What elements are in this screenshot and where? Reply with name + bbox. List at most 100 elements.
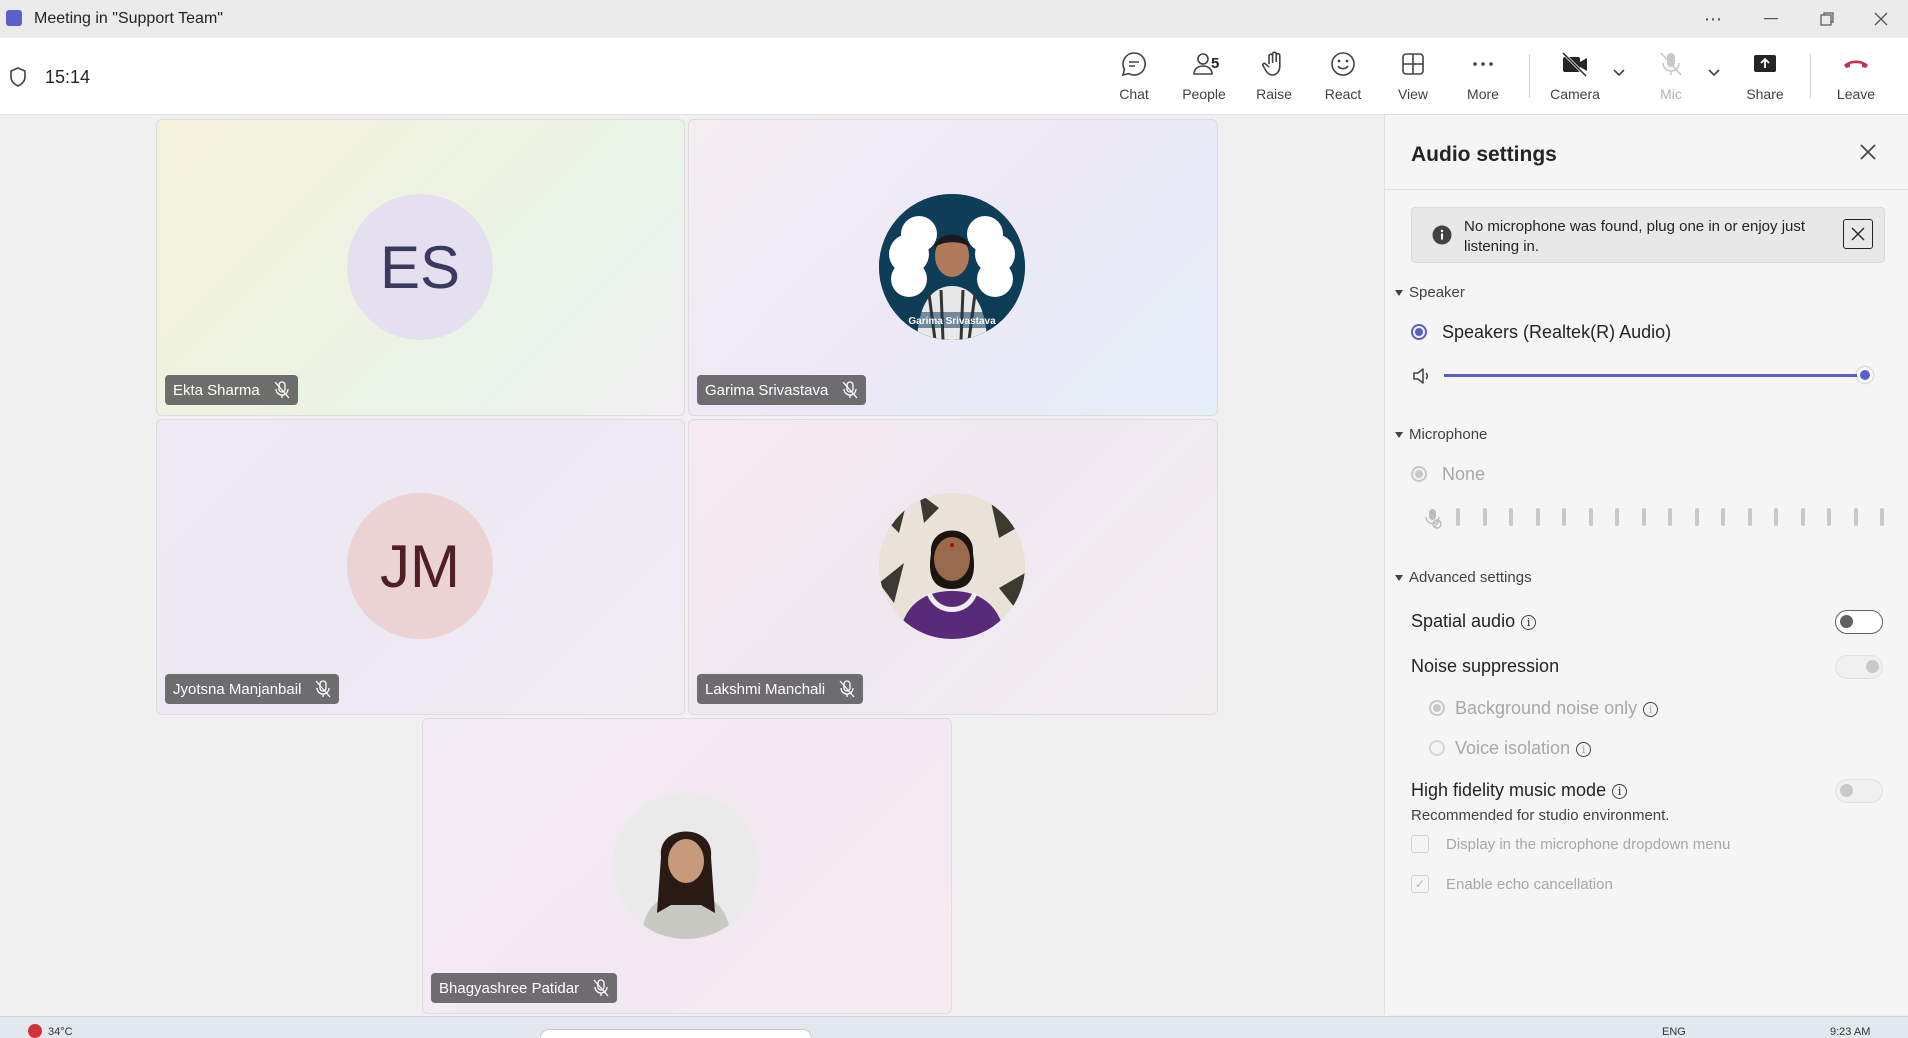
info-icon[interactable]: i	[1576, 741, 1592, 757]
hang-up-icon	[1844, 60, 1868, 68]
avatar: JM	[347, 493, 493, 639]
mic-muted-icon	[593, 979, 609, 997]
more-options-icon[interactable]: ⋯	[1690, 4, 1736, 34]
mic-level-tick	[1456, 508, 1460, 526]
info-icon[interactable]: i	[1521, 614, 1537, 630]
microphone-device-radio[interactable]	[1411, 466, 1427, 482]
voice-isolation-row: Voice isolation i	[1455, 738, 1592, 759]
camera-off-icon	[1561, 51, 1588, 78]
spatial-audio-toggle[interactable]	[1835, 610, 1883, 634]
hifi-mode-label: High fidelity music mode	[1411, 780, 1607, 800]
participant-name: Bhagyashree Patidar	[439, 979, 580, 997]
speaker-device-radio[interactable]	[1411, 324, 1427, 340]
profile-photo-bhagyashree	[613, 793, 759, 939]
mic-level-tick	[1774, 508, 1778, 526]
hifi-mode-toggle[interactable]	[1835, 779, 1883, 803]
microphone-device-label: None	[1442, 464, 1486, 484]
minimize-button[interactable]	[1748, 4, 1794, 34]
participant-name-tag: Jyotsna Manjanbail	[165, 674, 340, 704]
view-button[interactable]: View	[1376, 46, 1450, 106]
raise-hand-button[interactable]: Raise	[1237, 46, 1311, 106]
info-icon[interactable]: i	[1643, 701, 1659, 717]
share-label: Share	[1746, 86, 1784, 102]
language-indicator: ENG	[1662, 1026, 1686, 1038]
speaker-section-header[interactable]: Speaker	[1395, 284, 1465, 301]
volume-slider-track[interactable]	[1444, 367, 1873, 383]
mic-options-chevron-icon[interactable]	[1707, 68, 1721, 78]
mic-muted-icon	[315, 680, 331, 698]
mic-level-tick	[1694, 508, 1699, 526]
mic-level-tick	[1721, 508, 1725, 526]
mic-label: Mic	[1660, 86, 1682, 102]
close-window-button[interactable]	[1858, 4, 1904, 34]
avatar: ES	[347, 194, 493, 340]
share-button[interactable]: Share	[1728, 46, 1802, 106]
participant-tile-bhagyashree[interactable]: Bhagyashree Patidar	[422, 718, 952, 1014]
shield-icon[interactable]	[8, 66, 28, 88]
notification-badge-icon	[28, 1024, 42, 1038]
audio-settings-panel: Audio settings No microphone was found, …	[1384, 115, 1908, 1015]
more-label: More	[1467, 86, 1499, 102]
taskbar-clock: 9:23 AM	[1830, 1026, 1871, 1038]
mic-muted-icon	[839, 680, 855, 698]
profile-photo-garima: Garima Srivastava	[879, 194, 1025, 340]
mic-muted-icon	[274, 381, 290, 399]
collapse-triangle-icon	[1395, 289, 1403, 296]
background-noise-row: Background noise only i	[1455, 698, 1659, 719]
react-label: React	[1324, 86, 1362, 102]
echo-cancellation-checkbox[interactable]: ✓	[1411, 875, 1429, 893]
mic-off-icon	[1660, 52, 1682, 76]
panel-title: Audio settings	[1411, 143, 1557, 166]
background-noise-radio[interactable]	[1429, 700, 1445, 716]
chat-button[interactable]: Chat	[1097, 46, 1171, 106]
teams-logo-icon	[6, 10, 22, 26]
voice-isolation-radio[interactable]	[1429, 740, 1445, 756]
panel-divider	[1385, 189, 1908, 190]
avatar	[879, 493, 1025, 639]
dismiss-banner-button[interactable]	[1843, 219, 1873, 249]
mic-level-tick	[1588, 508, 1593, 526]
participant-tile-lakshmi[interactable]: Lakshmi Manchali	[688, 419, 1218, 715]
camera-options-chevron-icon[interactable]	[1612, 68, 1626, 78]
hifi-description: Recommended for studio environment.	[1411, 807, 1670, 824]
advanced-settings-header[interactable]: Advanced settings	[1395, 569, 1532, 586]
mic-level-tick	[1880, 508, 1884, 526]
leave-button[interactable]: Leave	[1819, 46, 1893, 106]
people-button[interactable]: 5 People	[1167, 46, 1241, 106]
camera-button[interactable]: Camera	[1538, 46, 1612, 106]
microphone-section-header[interactable]: Microphone	[1395, 426, 1487, 443]
people-count-badge: 5	[1211, 55, 1220, 72]
leave-label: Leave	[1836, 86, 1876, 102]
mic-level-tick	[1562, 508, 1566, 526]
info-icon[interactable]: i	[1612, 783, 1628, 799]
raise-label: Raise	[1256, 86, 1292, 102]
toolbar-divider	[1810, 54, 1811, 98]
mic-level-tick	[1853, 508, 1858, 526]
noise-suppression-toggle[interactable]	[1835, 655, 1883, 679]
background-noise-label: Background noise only	[1455, 698, 1638, 718]
mic-muted-icon	[842, 381, 858, 399]
mic-button[interactable]: Mic	[1634, 46, 1708, 106]
participant-name-tag: Ekta Sharma	[165, 375, 298, 405]
weather-temp: 34°C	[48, 1026, 73, 1038]
view-label: View	[1397, 86, 1429, 102]
camera-label: Camera	[1550, 86, 1600, 102]
more-button[interactable]: More	[1446, 46, 1520, 106]
close-icon[interactable]	[1859, 143, 1877, 161]
react-button[interactable]: React	[1306, 46, 1380, 106]
avatar	[613, 793, 759, 939]
spatial-audio-label: Spatial audio	[1411, 611, 1516, 631]
display-in-dropdown-checkbox[interactable]	[1411, 835, 1429, 853]
participant-tile-ekta[interactable]: ES Ekta Sharma	[156, 119, 685, 416]
speaker-volume-icon	[1413, 368, 1429, 384]
volume-slider-thumb[interactable]	[1857, 367, 1873, 383]
microphone-section-label: Microphone	[1409, 426, 1488, 443]
participant-tile-jyotsna[interactable]: JM Jyotsna Manjanbail	[156, 419, 685, 715]
profile-photo-lakshmi	[879, 493, 1025, 639]
avatar-initials: ES	[379, 233, 461, 301]
restore-button[interactable]	[1804, 4, 1850, 34]
mic-level-tick	[1827, 508, 1831, 526]
chat-icon	[1121, 52, 1146, 77]
participant-tile-garima[interactable]: Garima Srivastava Garima Srivastava	[688, 119, 1218, 416]
voice-isolation-label: Voice isolation	[1455, 738, 1571, 758]
